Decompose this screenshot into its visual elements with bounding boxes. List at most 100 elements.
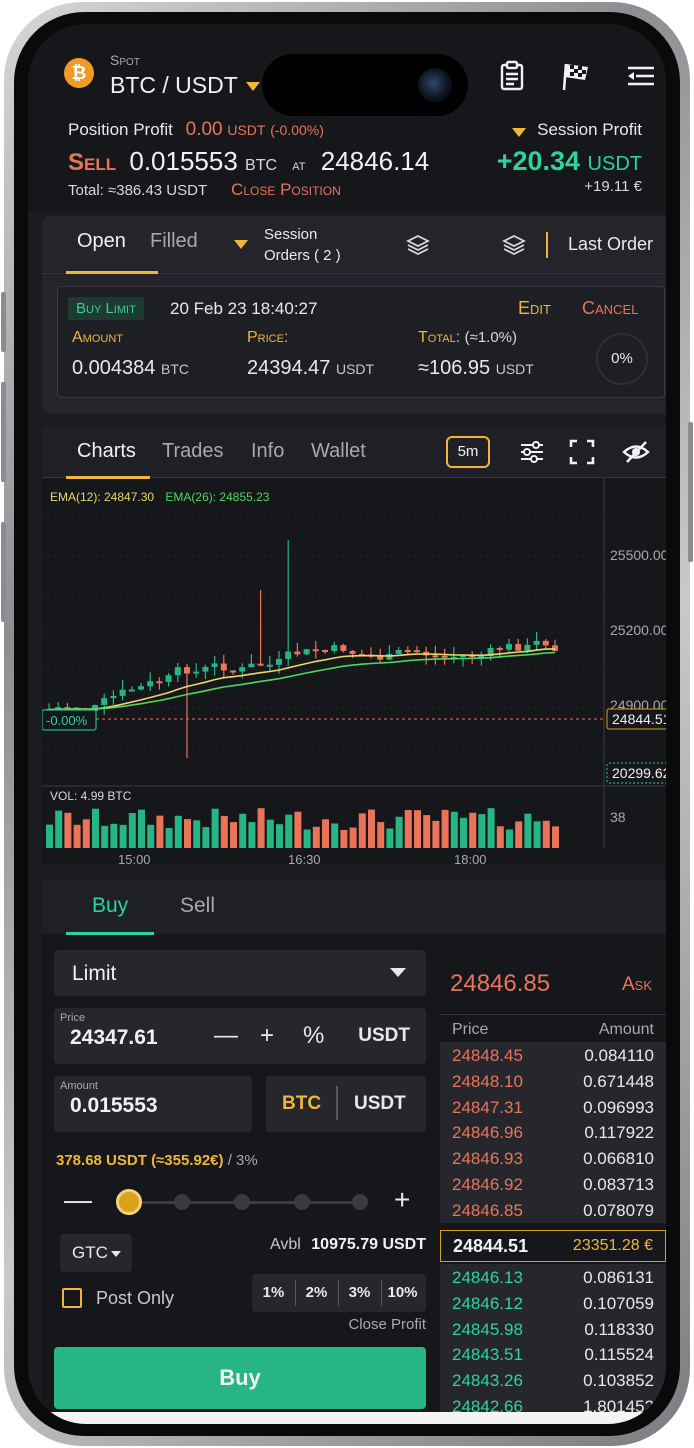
- volume-bar: [64, 812, 72, 848]
- time-tick: 18:00: [454, 852, 487, 864]
- layers-alt-icon[interactable]: [502, 233, 526, 257]
- bid-row[interactable]: 24845.98 0.118330: [440, 1315, 666, 1342]
- order-amount: 0.004384 BTC: [72, 357, 189, 380]
- tab-sell[interactable]: Sell: [180, 894, 215, 918]
- volume-bar: [239, 813, 247, 848]
- tab-filled-orders[interactable]: Filled: [150, 230, 198, 253]
- tab-wallet[interactable]: Wallet: [311, 440, 366, 463]
- tab-buy[interactable]: Buy: [92, 894, 128, 918]
- price-chart[interactable]: 25500.00 25200.00 24900.00 24844.51 2029…: [42, 478, 666, 864]
- currency-btc-button[interactable]: BTC: [282, 1093, 321, 1115]
- post-only-label[interactable]: Post Only: [96, 1288, 174, 1309]
- ask-row[interactable]: 24846.93 0.066810: [440, 1145, 666, 1171]
- fullscreen-icon[interactable]: [568, 438, 596, 466]
- open-order-card: Buy Limit 20 Feb 23 18:40:27 Edit Cancel…: [57, 286, 665, 398]
- volume-bar: [404, 810, 412, 848]
- menu-icon[interactable]: [624, 60, 656, 92]
- slider-step-dot[interactable]: [174, 1194, 190, 1210]
- power-button: [688, 422, 693, 562]
- candle-body: [101, 698, 108, 706]
- ask-price: 24848.10: [452, 1071, 523, 1091]
- checkered-flag-icon[interactable]: [560, 60, 592, 92]
- time-in-force-select[interactable]: GTC: [60, 1234, 132, 1272]
- price-decrement-button[interactable]: —: [214, 1022, 238, 1050]
- ask-row[interactable]: 24848.10 0.671448: [440, 1067, 666, 1094]
- amount-input[interactable]: 0.015553: [70, 1094, 158, 1118]
- position-currency: BTC: [245, 157, 278, 174]
- bid-row[interactable]: 24843.51 0.115524: [440, 1341, 666, 1368]
- tab-charts[interactable]: Charts: [77, 440, 136, 463]
- candle-body: [128, 689, 135, 692]
- slider-step-dot[interactable]: [234, 1194, 250, 1210]
- volume-bar: [119, 824, 127, 848]
- candle-body: [138, 686, 144, 690]
- profit-3pct-button[interactable]: 3%: [338, 1284, 381, 1301]
- ask-row[interactable]: 24846.85 0.078079: [440, 1196, 666, 1223]
- position-profit-pct: (-0.00%): [270, 122, 324, 138]
- price-field[interactable]: Price 24347.61 — + % USDT: [54, 1008, 426, 1064]
- order-book-mid-price[interactable]: 24844.51 23351.28 €: [440, 1230, 666, 1262]
- ask-price: 24846.92: [452, 1174, 523, 1194]
- bottom-edge: [28, 1412, 666, 1424]
- sliders-icon[interactable]: [518, 438, 546, 466]
- action-button: [1, 522, 6, 622]
- volume-bar: [202, 827, 210, 848]
- close-position-button[interactable]: Close Position: [231, 180, 341, 199]
- volume-bar: [542, 820, 550, 848]
- order-total-usdt: 378.68 USDT: [56, 1152, 147, 1169]
- session-orders-filter[interactable]: Session Orders ( 2 ): [264, 224, 341, 266]
- ask-price: 24846.93: [452, 1149, 523, 1169]
- session-orders-dropdown-icon[interactable]: [234, 240, 248, 249]
- post-only-checkbox[interactable]: [62, 1288, 82, 1308]
- clipboard-icon[interactable]: [496, 60, 528, 92]
- session-profit-dropdown-icon[interactable]: [512, 128, 526, 137]
- tab-trades[interactable]: Trades: [162, 440, 224, 463]
- ask-row[interactable]: 24846.96 0.117922: [440, 1119, 666, 1146]
- bid-price: 24843.26: [452, 1371, 523, 1391]
- buy-button[interactable]: Buy: [54, 1347, 426, 1409]
- price-increment-button[interactable]: +: [260, 1022, 274, 1050]
- orders-tabs: Open Filled Session Orders ( 2 ) Last Or…: [42, 216, 666, 274]
- timeframe-button[interactable]: 5m: [446, 436, 490, 468]
- slider-step-dot[interactable]: [294, 1194, 310, 1210]
- layers-icon[interactable]: [406, 233, 430, 257]
- bid-row[interactable]: 24843.26 0.103852: [440, 1367, 666, 1393]
- volume-bar: [395, 816, 403, 848]
- bid-row[interactable]: 24846.12 0.107059: [440, 1289, 666, 1316]
- amount-slider-knob[interactable]: [116, 1189, 142, 1215]
- order-total-value: ≈106.95: [418, 357, 491, 379]
- tab-open-orders[interactable]: Open: [77, 230, 126, 253]
- ask-row[interactable]: 24848.45 0.084110: [440, 1042, 666, 1068]
- profit-2pct-button[interactable]: 2%: [295, 1284, 338, 1301]
- candle-body: [349, 650, 356, 654]
- candle-body: [248, 663, 255, 668]
- slider-decrement-button[interactable]: —: [64, 1184, 92, 1216]
- pair-dropdown-icon[interactable]: [246, 82, 260, 91]
- volume-up-button: [1, 292, 6, 352]
- last-order-button[interactable]: Last Order: [568, 234, 653, 255]
- candle-body: [174, 667, 181, 676]
- price-input[interactable]: 24347.61: [70, 1026, 158, 1050]
- ask-label: Ask: [622, 974, 653, 995]
- ask-row[interactable]: 24847.31 0.096993: [440, 1093, 666, 1120]
- slider-increment-button[interactable]: +: [394, 1184, 410, 1216]
- profit-10pct-button[interactable]: 10%: [381, 1284, 424, 1301]
- active-tab-indicator: [66, 932, 154, 935]
- order-total-label-text: Total:: [418, 329, 461, 346]
- edit-order-button[interactable]: Edit: [518, 298, 551, 319]
- camera-lens: [418, 68, 452, 102]
- bid-amount: 0.118330: [584, 1319, 654, 1339]
- order-type-select[interactable]: Limit: [54, 950, 426, 996]
- ask-row[interactable]: 24846.92 0.083713: [440, 1170, 666, 1197]
- slider-step-dot[interactable]: [352, 1194, 368, 1210]
- price-percent-button[interactable]: %: [303, 1022, 324, 1050]
- amount-field[interactable]: Amount 0.015553: [54, 1076, 252, 1132]
- tab-info[interactable]: Info: [251, 440, 284, 463]
- hide-eye-icon[interactable]: [622, 438, 650, 466]
- session-profit-label[interactable]: Session Profit: [537, 120, 642, 140]
- currency-usdt-button[interactable]: USDT: [354, 1093, 406, 1115]
- cancel-order-button[interactable]: Cancel: [582, 298, 638, 319]
- bid-row[interactable]: 24846.13 0.086131: [440, 1264, 666, 1290]
- pair-selector[interactable]: BTC / USDT: [110, 72, 238, 99]
- profit-1pct-button[interactable]: 1%: [252, 1284, 295, 1301]
